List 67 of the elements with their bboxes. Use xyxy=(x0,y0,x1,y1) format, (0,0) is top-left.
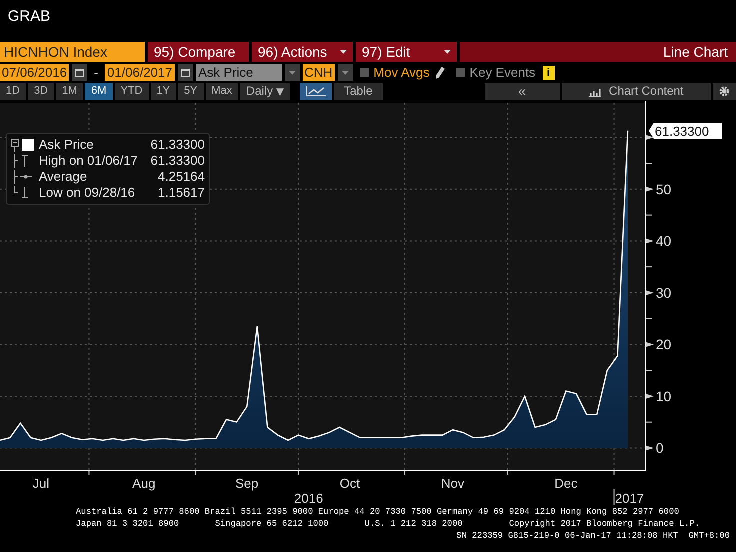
settings-icon xyxy=(719,86,730,97)
period-tab[interactable]: 1Y xyxy=(150,83,176,100)
period-tab[interactable]: 3D xyxy=(28,83,54,100)
tree-toggle-icon[interactable] xyxy=(11,138,35,152)
period-tab[interactable]: 1D xyxy=(0,83,26,100)
caret-icon xyxy=(342,70,349,74)
legend-label: Low on 09/28/16 xyxy=(39,184,136,202)
window-title: GRAB xyxy=(7,7,52,27)
menu-button[interactable]: 96) Actions xyxy=(252,42,353,62)
checkbox[interactable] xyxy=(360,68,369,77)
option-label: Key Events xyxy=(470,64,536,82)
caret-icon xyxy=(444,50,451,54)
pencil-icon[interactable] xyxy=(434,66,445,78)
axis-label: 40 xyxy=(656,233,672,250)
axis-label: Oct xyxy=(340,476,360,491)
footer-text: SN 223359 G815-219-0 06-Jan-17 11:28:08 HKT GMT+8:00 xyxy=(456,530,731,542)
field-dropdown[interactable]: Ask Price xyxy=(196,64,282,81)
legend-label: Ask Price xyxy=(39,136,94,154)
legend-label: Average xyxy=(39,168,88,186)
menu-button[interactable]: 97) Edit xyxy=(356,42,457,62)
legend-value: 4.25164 xyxy=(158,168,205,186)
bar-chart-icon xyxy=(589,86,602,96)
legend-value: 1.15617 xyxy=(158,184,205,202)
axis-label: 50 xyxy=(656,181,672,198)
period-tab[interactable]: 6M xyxy=(85,83,113,100)
last-value-flag: 61.33300 xyxy=(649,122,722,139)
axis-label: 30 xyxy=(656,284,672,301)
currency-field[interactable]: CNH xyxy=(302,64,335,81)
settings-button[interactable] xyxy=(713,83,736,100)
axis-label: 10 xyxy=(656,388,672,404)
start-date-field[interactable]: 07/06/2016 xyxy=(0,64,70,81)
period-tab[interactable]: Max xyxy=(206,83,238,100)
date-separator: - xyxy=(93,64,100,82)
legend-value: 61.33300 xyxy=(150,152,205,170)
period-tab[interactable]: YTD xyxy=(114,83,149,100)
footer-text: Japan 81 3 3201 8900 Singapore 65 6212 1000 U.S. 1 212 318 2000 Copyright 2017 Bloomberg Finance L.P. xyxy=(76,518,702,530)
security-field[interactable]: HICNHON Index xyxy=(0,42,145,62)
footer-text: Australia 61 2 9777 8600 Brazil 5511 2395 9000 Europe 44 20 7330 7500 Germany 49 69 9204 1210 Hong Kong 852 2977 6000 xyxy=(76,506,680,518)
year-label: 2017 xyxy=(615,491,644,506)
option-label: Mov Avgs xyxy=(374,64,430,82)
chart-type-label: Line Chart xyxy=(460,42,736,62)
axis-label: Nov xyxy=(441,476,465,491)
axis-label: Aug xyxy=(132,476,156,491)
legend-label: High on 01/06/17 xyxy=(39,152,138,170)
axis-label: 20 xyxy=(656,336,672,353)
period-tab[interactable]: 5Y xyxy=(178,83,204,100)
info-badge[interactable]: i xyxy=(542,66,555,80)
caret-icon xyxy=(288,70,296,74)
collapse-button[interactable]: « xyxy=(484,83,560,100)
period-tab[interactable]: 1M xyxy=(56,83,84,100)
axis-label: Sep xyxy=(236,476,259,491)
line-chart-icon xyxy=(306,86,326,97)
calendar-icon[interactable] xyxy=(75,68,84,77)
table-view-button[interactable]: Table xyxy=(334,83,383,100)
calendar-icon[interactable] xyxy=(180,68,190,77)
caret-icon xyxy=(340,50,347,54)
chart-view-button[interactable] xyxy=(300,83,332,100)
axis-label: Jul xyxy=(32,476,50,491)
axis-label: Dec xyxy=(554,476,578,491)
year-label: 2016 xyxy=(294,491,324,506)
chart-content-button[interactable]: Chart Content xyxy=(562,83,711,100)
axis-label: 0 xyxy=(656,440,664,456)
frequency-dropdown[interactable]: Daily ▼ xyxy=(240,83,290,100)
end-date-field[interactable]: 01/06/2017 xyxy=(105,64,174,81)
checkbox[interactable] xyxy=(456,68,465,77)
menu-button[interactable]: 95) Compare xyxy=(148,42,249,62)
legend-value: 61.33300 xyxy=(150,136,205,154)
